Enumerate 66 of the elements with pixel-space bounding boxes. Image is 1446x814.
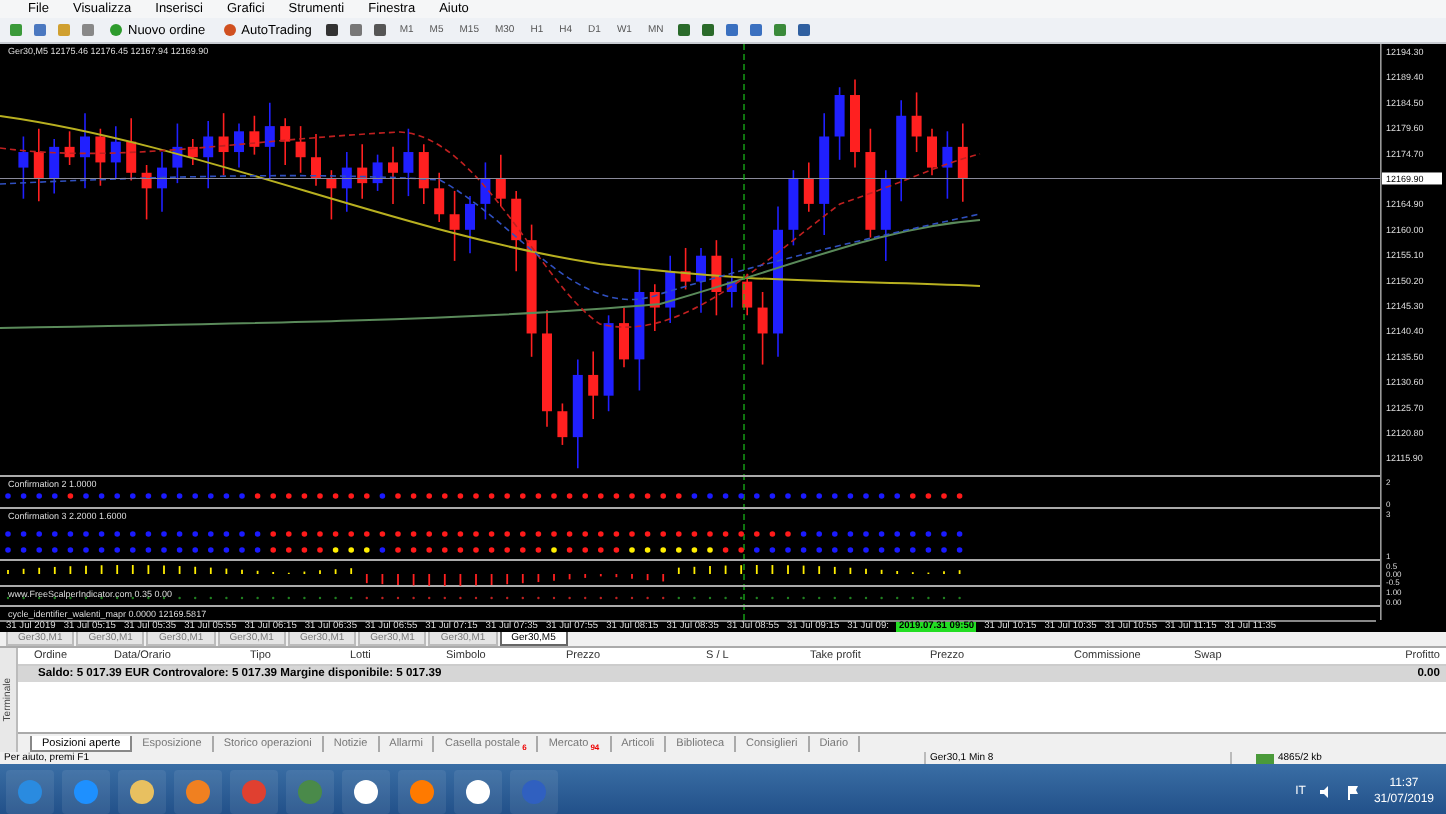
candle [542,309,552,428]
candle [110,125,121,179]
candle [418,143,429,205]
candle [865,127,876,239]
candle [665,254,676,324]
candle [819,112,830,236]
candle [141,164,152,221]
candle [603,314,614,413]
candle [588,350,599,420]
candle [64,130,75,166]
candle [403,127,414,197]
candle [649,283,660,332]
candle [896,99,907,203]
candle [449,190,460,262]
candle [172,122,183,184]
taskbar-button[interactable] [342,770,390,814]
candle [218,112,229,177]
taskbar-button[interactable] [118,770,166,814]
candle [711,239,722,317]
taskbar-button[interactable] [454,770,502,814]
candle [49,138,60,195]
candle [480,161,491,221]
candle [680,247,691,291]
candle [326,169,337,221]
candle [742,273,753,317]
candle [465,195,475,254]
candle [927,127,937,177]
candle [295,125,306,174]
candle [834,86,845,161]
candle [264,102,275,179]
candle [495,153,506,208]
candle [757,291,768,366]
speaker-icon[interactable] [1317,784,1334,800]
candle [788,169,799,247]
candle [388,146,398,205]
candle [187,138,198,166]
candle [33,127,44,203]
candle [619,306,629,368]
candle [911,91,922,153]
candle [126,117,137,182]
candle [957,122,968,203]
candle [511,190,522,273]
candle [249,114,260,156]
candle [311,133,321,187]
candle [280,117,291,166]
candle [95,127,106,187]
candle [357,143,368,200]
candle [434,172,445,223]
candle [203,120,214,190]
candle [557,402,568,446]
candle [634,267,645,392]
candle [696,247,706,314]
flag-icon[interactable] [1345,784,1362,800]
candle [80,112,90,190]
candle [234,122,244,169]
candle [942,130,953,200]
candle [880,169,891,262]
candle [526,223,537,358]
candle [341,151,352,213]
candle [157,151,167,213]
candle [572,358,583,470]
candle [726,257,737,309]
candle [850,78,860,169]
candle [18,135,29,200]
candle [803,161,814,213]
candle [372,153,383,192]
